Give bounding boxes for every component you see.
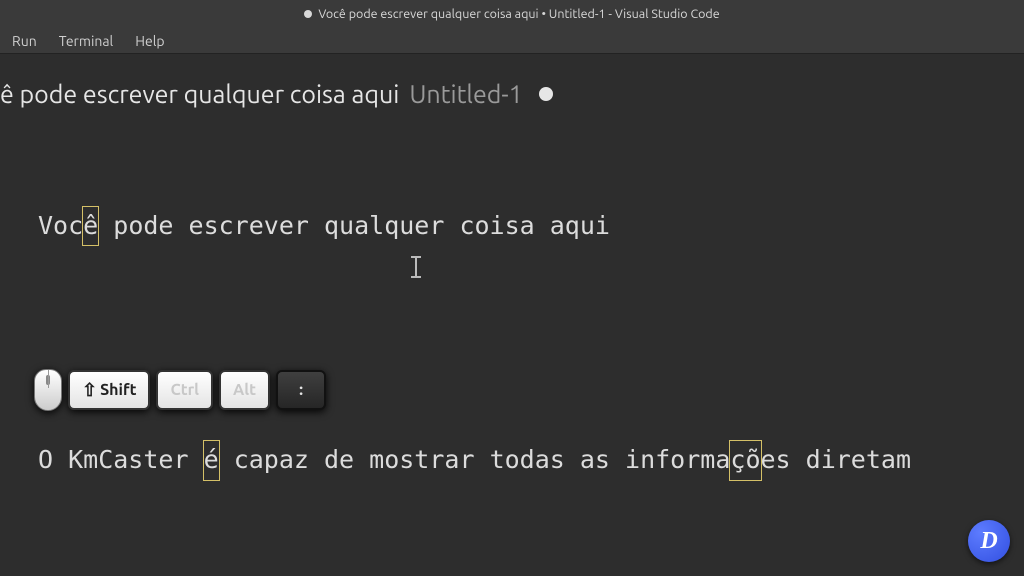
editor-line: Você pode escrever qualquer coisa aqui [38, 206, 1024, 247]
key-shift: ⇧Shift [68, 370, 150, 410]
tab-untitled-1[interactable]: ê pode escrever qualquer coisa aqui Unti… [0, 76, 571, 112]
key-label: : [299, 381, 303, 399]
key-label: Alt [233, 381, 256, 399]
editor[interactable]: Você pode escrever qualquer coisa aqui O… [0, 112, 1024, 576]
key-label: Ctrl [170, 381, 199, 399]
editor-line [38, 324, 1024, 363]
unsaved-dot-icon [304, 10, 312, 18]
tab-bar: ê pode escrever qualquer coisa aqui Unti… [0, 76, 1024, 112]
key-label: Shift [100, 381, 136, 399]
menu-bar: Run Terminal Help [0, 28, 1024, 54]
menu-terminal[interactable]: Terminal [53, 31, 120, 51]
menu-help[interactable]: Help [129, 31, 170, 51]
spacer [0, 54, 1024, 76]
editor-line: O KmCaster é capaz de mostrar todas as i… [38, 440, 1024, 481]
window-titlebar: Você pode escrever qualquer coisa aqui •… [0, 0, 1024, 28]
key-colon: : [276, 370, 326, 410]
tab-filename: Untitled-1 [409, 80, 522, 108]
diolinux-logo: D [968, 520, 1010, 562]
tab-content-preview: ê pode escrever qualquer coisa aqui [0, 80, 399, 108]
shift-arrow-icon: ⇧ [82, 380, 97, 401]
kmcaster-overlay[interactable]: ⇧Shift Ctrl Alt : [30, 365, 330, 415]
window-title: Você pode escrever qualquer coisa aqui •… [318, 7, 719, 21]
menu-run[interactable]: Run [6, 31, 43, 51]
key-alt: Alt [219, 370, 270, 410]
mouse-icon [34, 369, 62, 411]
dirty-indicator-icon [539, 87, 553, 101]
key-ctrl: Ctrl [156, 370, 213, 410]
editor-line [38, 558, 1024, 576]
logo-letter: D [980, 528, 997, 555]
